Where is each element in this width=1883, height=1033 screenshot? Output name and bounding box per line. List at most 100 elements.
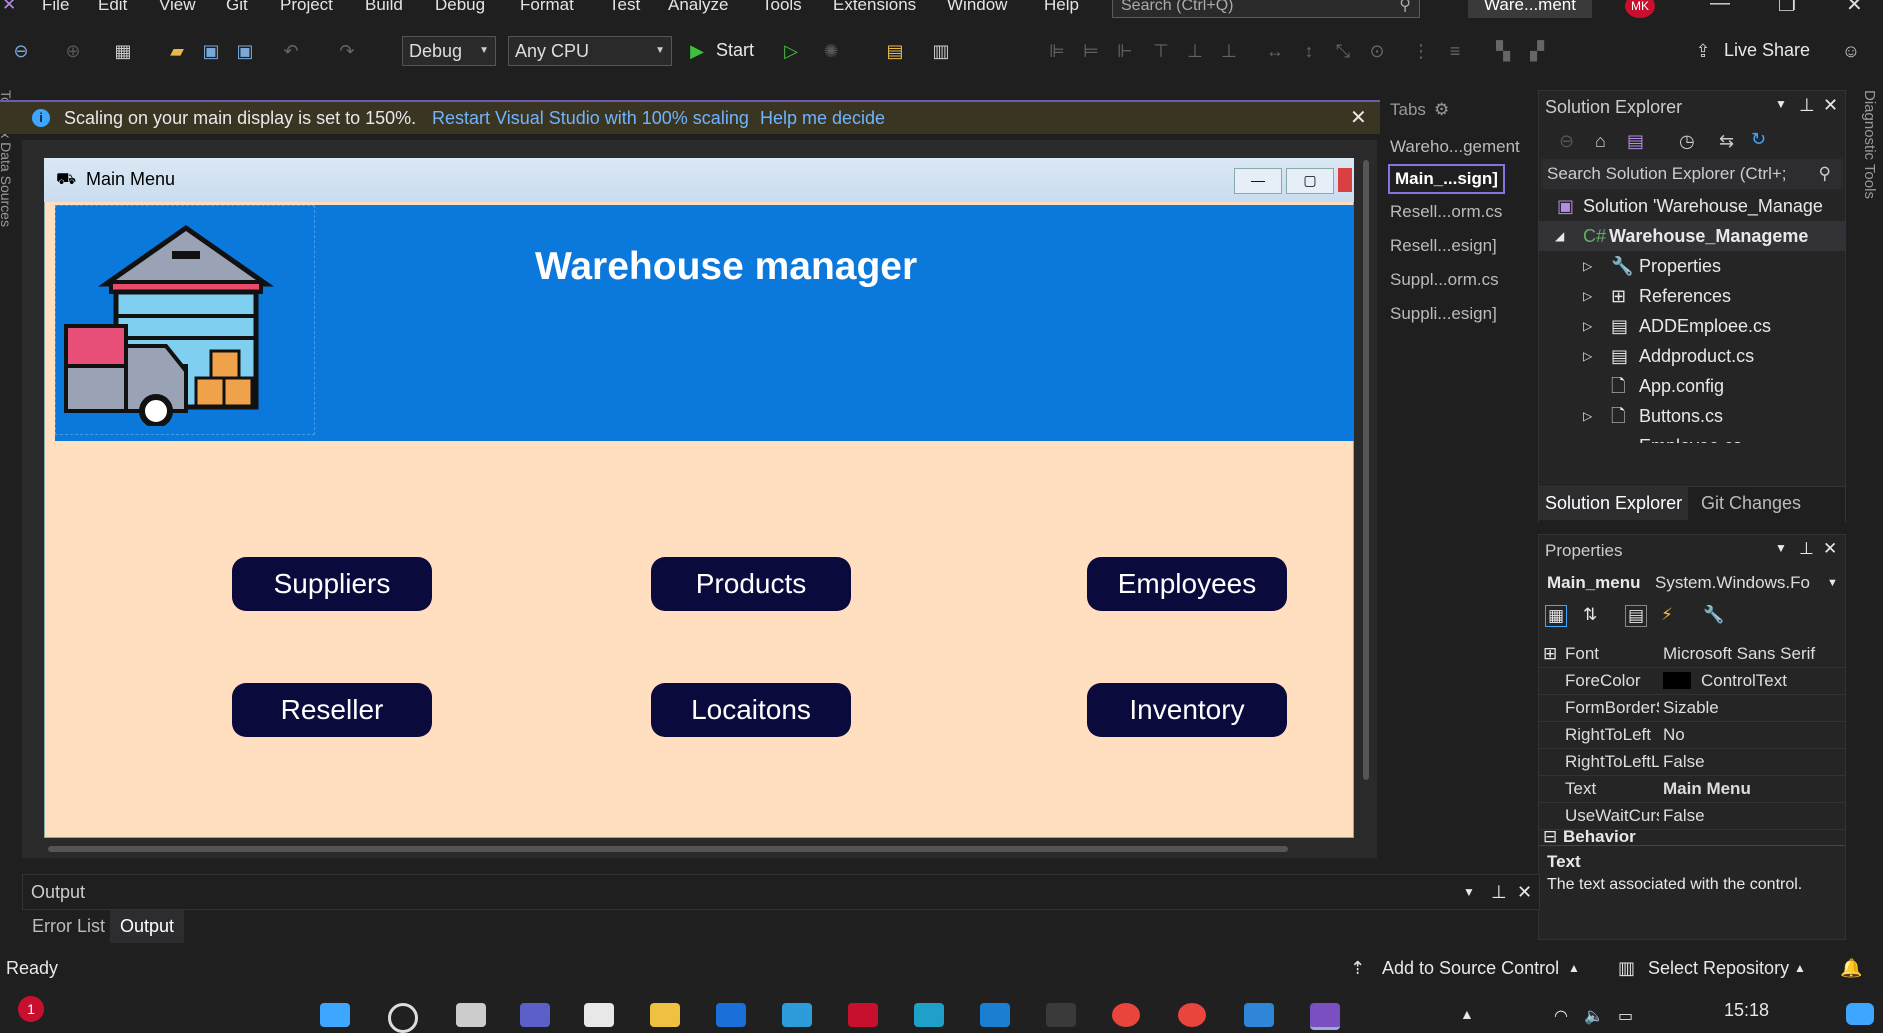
redo-icon[interactable]: ↷ <box>336 40 358 62</box>
scrollbar-thumb[interactable] <box>1363 160 1369 780</box>
tree-item-appconfig[interactable]: 🗋 App.config <box>1539 371 1845 401</box>
align-center-icon[interactable]: ⊨ <box>1080 40 1102 62</box>
properties-icon[interactable]: ▤ <box>1625 605 1648 627</box>
help-me-decide-link[interactable]: Help me decide <box>760 102 885 134</box>
align-middle-icon[interactable]: ⊥ <box>1184 40 1206 62</box>
property-pages-icon[interactable]: 🔧 <box>1703 605 1724 625</box>
folder-icon[interactable]: ▤ <box>884 40 906 62</box>
zoom-icon[interactable]: ⊙ <box>1366 40 1388 62</box>
tab-solution-explorer[interactable]: Solution Explorer <box>1539 487 1689 520</box>
live-share-icon[interactable]: ⇪ <box>1692 40 1714 62</box>
bring-to-front-icon[interactable]: ▚ <box>1492 40 1514 62</box>
menu-git[interactable]: Git <box>226 0 248 15</box>
close-icon[interactable]: ✕ <box>1517 875 1532 909</box>
feedback-icon[interactable]: ☺ <box>1840 40 1862 62</box>
back-icon[interactable]: ⊖ <box>10 40 32 62</box>
live-share-button[interactable]: Live Share <box>1724 40 1810 61</box>
save-icon[interactable]: ▣ <box>200 40 222 62</box>
teams-icon[interactable] <box>520 1003 550 1027</box>
reseller-button[interactable]: Reseller <box>232 683 432 737</box>
tree-item-addemploee[interactable]: ▷ ▤ ADDEmploee.cs <box>1539 311 1845 341</box>
clock[interactable]: 15:18 <box>1724 1000 1769 1021</box>
property-row-text[interactable]: Text Main Menu <box>1539 775 1845 803</box>
menu-test[interactable]: Test <box>609 0 640 15</box>
tab-warehouse-management[interactable]: Wareho...gement <box>1390 137 1520 157</box>
copilot-icon[interactable] <box>1846 1003 1874 1025</box>
refresh-icon[interactable]: ↻ <box>1751 129 1766 150</box>
file-explorer-icon[interactable] <box>650 1003 680 1027</box>
tab-reseller-design[interactable]: Resell...esign] <box>1390 236 1497 256</box>
menu-file[interactable]: File <box>42 0 69 15</box>
spacing-icon[interactable]: ⋮ <box>1410 40 1432 62</box>
search-input[interactable]: Search (Ctrl+Q) ⚲ <box>1112 0 1420 18</box>
categorized-icon[interactable]: ▦ <box>1545 605 1568 627</box>
property-row-usewaitcursor[interactable]: UseWaitCursorFalse <box>1539 802 1845 830</box>
sync-icon[interactable]: ⇆ <box>1719 131 1734 152</box>
menu-build[interactable]: Build <box>365 0 403 15</box>
size-to-grid-icon[interactable]: ⤡ <box>1332 40 1354 62</box>
start-icon[interactable]: ▶ <box>686 40 708 62</box>
dropdown-icon[interactable]: ▼ <box>1775 97 1787 111</box>
tab-reseller-form[interactable]: Resell...orm.cs <box>1390 202 1502 222</box>
vs-logo-icon[interactable]: ✕ <box>2 0 16 15</box>
tree-item-project[interactable]: ◢ C# Warehouse_Manageme <box>1539 221 1845 251</box>
tree-item-solution[interactable]: ▣ Solution 'Warehouse_Manage <box>1539 191 1845 221</box>
events-icon[interactable]: ⚡ <box>1661 605 1673 625</box>
menu-help[interactable]: Help <box>1044 0 1079 15</box>
start-button[interactable]: Start <box>716 40 754 61</box>
add-to-source-control[interactable]: Add to Source Control <box>1382 950 1559 986</box>
search-taskbar-icon[interactable] <box>388 1003 418 1033</box>
back-icon[interactable]: ⊖ <box>1559 131 1574 152</box>
align-bottom-icon[interactable]: ⊥ <box>1218 40 1240 62</box>
tab-error-list[interactable]: Error List <box>32 916 105 937</box>
store-icon[interactable] <box>584 1003 614 1027</box>
menu-tools[interactable]: Tools <box>762 0 802 15</box>
tree-item-employee[interactable]: Employee.cs <box>1539 431 1845 443</box>
diagnostic-tools-side-label[interactable]: Diagnostic Tools <box>1858 90 1878 290</box>
minimize-icon[interactable]: — <box>1710 0 1730 15</box>
settings-icon[interactable]: ⚙ <box>1434 100 1449 120</box>
align-left-icon[interactable]: ⊫ <box>1046 40 1068 62</box>
align-right-icon[interactable]: ⊩ <box>1114 40 1136 62</box>
tab-output[interactable]: Output <box>110 910 185 943</box>
products-button[interactable]: Products <box>651 557 851 611</box>
volume-icon[interactable]: 🔈 <box>1584 1006 1604 1026</box>
close-icon[interactable]: ✕ <box>1823 539 1837 559</box>
property-category-behavior[interactable]: ⊟ Behavior <box>1539 829 1845 843</box>
app-icon[interactable] <box>1244 1003 1274 1027</box>
menu-edit[interactable]: Edit <box>98 0 127 15</box>
make-same-height-icon[interactable]: ↕ <box>1298 40 1320 62</box>
pin-icon[interactable]: ⊥ <box>1799 539 1814 559</box>
form-close-icon[interactable] <box>1338 168 1352 192</box>
property-row-forecolor[interactable]: ForeColor ControlText <box>1539 667 1845 695</box>
terminal-icon[interactable] <box>1046 1003 1076 1027</box>
align-top-icon[interactable]: ⊤ <box>1150 40 1172 62</box>
employees-button[interactable]: Employees <box>1087 557 1287 611</box>
forward-icon[interactable]: ⊕ <box>62 40 84 62</box>
tree-item-properties[interactable]: ▷ 🔧 Properties <box>1539 251 1845 281</box>
menu-view[interactable]: View <box>159 0 196 15</box>
notification-badge-icon[interactable]: 1 <box>18 996 44 1022</box>
home-icon[interactable]: ⌂ <box>1595 131 1606 152</box>
alphabetical-icon[interactable]: ⇅ <box>1583 605 1597 625</box>
send-to-back-icon[interactable]: ▞ <box>1526 40 1548 62</box>
new-project-icon[interactable]: ▦ <box>112 40 134 62</box>
designer-horizontal-scrollbar[interactable] <box>28 840 1350 858</box>
edge-icon[interactable] <box>914 1003 944 1027</box>
tab-git-changes[interactable]: Git Changes <box>1701 493 1801 514</box>
history-icon[interactable]: ◷ <box>1679 131 1695 152</box>
visual-studio-icon[interactable] <box>1310 1003 1340 1030</box>
task-view-icon[interactable] <box>456 1003 486 1027</box>
make-same-width-icon[interactable]: ↔ <box>1264 40 1286 62</box>
property-row-formborderstyle[interactable]: FormBorderStyleSizable <box>1539 694 1845 722</box>
close-icon[interactable]: ✕ <box>1823 95 1838 116</box>
config-dropdown[interactable]: Debug ▼ <box>402 36 496 66</box>
vscode-icon[interactable] <box>980 1003 1010 1027</box>
undo-icon[interactable]: ↶ <box>280 40 302 62</box>
tab-main-design[interactable]: Main_...sign] <box>1388 164 1505 194</box>
platform-dropdown[interactable]: Any CPU ▼ <box>508 36 672 66</box>
help-icon[interactable] <box>782 1003 812 1027</box>
dropdown-icon[interactable]: ▼ <box>1463 875 1475 909</box>
chrome-icon[interactable] <box>1112 1003 1140 1027</box>
chevron-up-icon[interactable]: ▲ <box>1460 1006 1474 1022</box>
